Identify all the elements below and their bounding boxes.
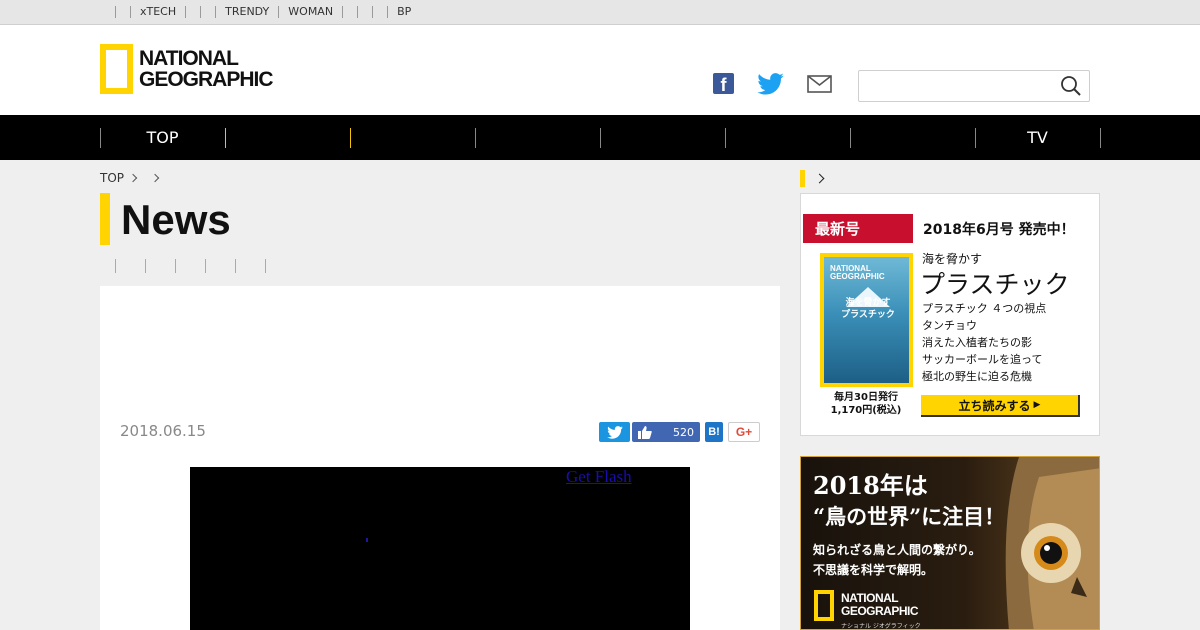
ad-headline: “鳥の世界”に注目！ [813, 504, 1006, 529]
network-link[interactable] [372, 6, 387, 18]
facebook-icon[interactable]: f [713, 73, 734, 95]
sidebar-section-header[interactable] [800, 170, 1100, 187]
facebook-like-button[interactable]: 520 [632, 422, 700, 442]
article-panel: 2018.06.15 520 B! G+ Get Flash [100, 286, 780, 630]
nav-item[interactable] [600, 115, 725, 160]
magazine-cover[interactable]: NATIONAL GEOGRAPHIC 海を脅かす プラスチック [820, 253, 913, 387]
nav-item-tv[interactable]: TV [975, 115, 1100, 160]
network-link-bp[interactable]: BP [387, 6, 420, 18]
nav-item[interactable] [725, 115, 850, 160]
publish-schedule: 毎月30日発行 [834, 392, 898, 403]
mail-icon[interactable] [807, 73, 832, 95]
category-tabs [115, 259, 295, 273]
network-link-xtech[interactable]: xTECH [130, 6, 185, 18]
toc-item: サッカーボールを追って [922, 353, 1043, 366]
chevron-right-icon [128, 173, 138, 183]
ad-body-line: 知られざる鳥と人間の繋がり。 [813, 543, 981, 557]
triangle-right-icon: ▶ [1033, 400, 1041, 410]
twitter-icon[interactable] [757, 73, 784, 95]
network-link-trendy[interactable]: TRENDY [215, 6, 278, 18]
nav-item[interactable] [350, 115, 475, 160]
chevron-right-icon [814, 173, 825, 184]
network-link[interactable] [185, 6, 200, 18]
bird-year-ad-banner[interactable]: 2018年は “鳥の世界”に注目！ 知られざる鳥と人間の繋がり。 不思議を科学で… [800, 456, 1100, 630]
like-count: 520 [673, 425, 694, 439]
issue-headline: プラスチック [920, 270, 1070, 299]
search-box [858, 70, 1090, 102]
player-artifact [366, 538, 368, 542]
latest-issue-badge: 最新号 [803, 214, 913, 243]
category-tab[interactable] [175, 259, 205, 273]
ad-logo: NATIONAL GEOGRAPHIC ナショナル ジオグラフィック日本版 [814, 590, 924, 630]
cover-logo: NATIONAL GEOGRAPHIC [830, 264, 885, 281]
category-tab[interactable] [115, 259, 145, 273]
toc-item: タンチョウ [922, 319, 977, 332]
search-icon[interactable] [1059, 75, 1083, 97]
toc-item: 消えた入植者たちの影 [922, 336, 1032, 349]
video-player[interactable]: Get Flash [190, 467, 690, 630]
ad-headline: 2018年は [813, 471, 928, 500]
owl-illustration [1005, 457, 1099, 629]
logo-frame-icon [814, 590, 834, 621]
preview-read-button[interactable]: 立ち読みする ▶ [921, 395, 1080, 417]
issue-label: 2018年6月号 発売中！ [923, 222, 1075, 238]
top-strip: xTECH TRENDY WOMAN BP [0, 0, 1200, 25]
ad-body: 知られざる鳥と人間の繋がり。 不思議を科学で解明。 [813, 540, 981, 580]
cover-title: 海を脅かす プラスチック [841, 298, 895, 320]
breadcrumb: TOP [100, 171, 168, 185]
logo-text: NATIONAL GEOGRAPHIC [139, 47, 274, 91]
ad-logo-subtitle: ナショナル ジオグラフィック日本版 [841, 623, 921, 630]
twitter-share-button[interactable] [599, 422, 630, 442]
network-link[interactable] [342, 6, 357, 18]
category-tab[interactable] [205, 259, 235, 273]
nav-item[interactable] [850, 115, 975, 160]
preview-read-label: 立ち読みする [958, 398, 1031, 413]
hatena-bookmark-button[interactable]: B! [705, 422, 723, 442]
main-nav: TOP TV [0, 115, 1200, 160]
price: 1,170円(税込) [830, 405, 902, 416]
breadcrumb-home[interactable]: TOP [100, 171, 124, 185]
network-link[interactable] [357, 6, 372, 18]
ad-logo-text: NATIONAL GEOGRAPHIC [841, 591, 919, 618]
search-input[interactable] [863, 75, 1051, 97]
nav-item-top[interactable]: TOP [100, 115, 225, 160]
publish-info: 毎月30日発行 1,170円(税込) [811, 391, 921, 417]
category-tab[interactable] [265, 259, 295, 273]
network-link[interactable] [115, 6, 130, 18]
get-flash-link[interactable]: Get Flash [566, 467, 632, 487]
chevron-right-icon [150, 173, 160, 183]
network-link-woman[interactable]: WOMAN [278, 6, 342, 18]
thumbs-up-icon [638, 425, 652, 439]
site-header: NATIONAL GEOGRAPHIC f [0, 25, 1200, 115]
site-logo[interactable]: NATIONAL GEOGRAPHIC [100, 44, 274, 96]
ad-body-line: 不思議を科学で解明。 [813, 563, 934, 577]
network-link[interactable] [200, 6, 215, 18]
twitter-icon [606, 425, 623, 439]
title-accent-bar [100, 193, 110, 245]
nav-item[interactable] [225, 115, 350, 160]
nav-item[interactable] [475, 115, 600, 160]
page-title: News [121, 196, 231, 243]
network-links: xTECH TRENDY WOMAN BP [115, 0, 420, 24]
latest-issue-card[interactable]: 最新号 2018年6月号 発売中！ NATIONAL GEOGRAPHIC 海を… [800, 193, 1100, 436]
article-date: 2018.06.15 [120, 422, 206, 440]
issue-contents: プラスチック ４つの視点 タンチョウ 消えた入植者たちの影 サッカーボールを追っ… [922, 300, 1046, 385]
nav-divider [1100, 128, 1101, 148]
google-plus-button[interactable]: G+ [728, 422, 760, 442]
category-tab[interactable] [235, 259, 265, 273]
logo-frame-icon [100, 44, 133, 94]
toc-item: プラスチック ４つの視点 [922, 302, 1047, 315]
category-tab[interactable] [145, 259, 175, 273]
section-accent-bar [800, 170, 805, 187]
toc-item: 極北の野生に迫る危機 [922, 370, 1032, 383]
